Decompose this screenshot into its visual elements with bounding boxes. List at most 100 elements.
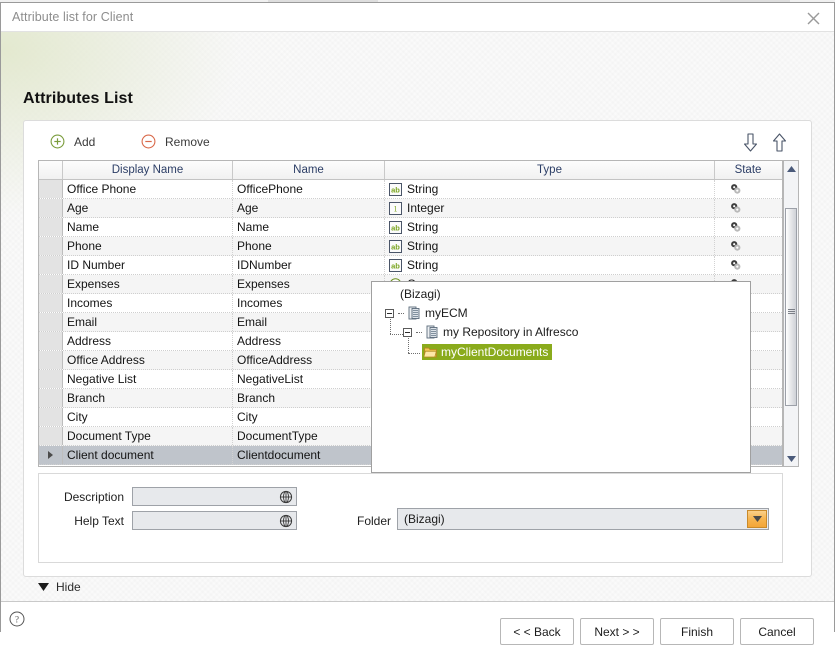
description-input[interactable] (132, 487, 297, 506)
cell-type: ab String (385, 218, 715, 236)
description-label: Description (63, 489, 124, 504)
help-text-input[interactable] (132, 511, 297, 530)
page-title: Attributes List (23, 90, 133, 107)
column-header-display-name[interactable]: Display Name (63, 161, 233, 179)
tree-node-label: (Bizagi) (400, 287, 441, 301)
grid-header-row: Display Name Name Type State (39, 161, 782, 180)
cell-name: NegativeList (233, 370, 385, 388)
add-label: Add (74, 134, 96, 149)
cell-text: Negative List (67, 372, 137, 386)
tree-node-bizagi[interactable]: (Bizagi) (400, 287, 441, 301)
cell-text: Branch (237, 391, 276, 405)
column-header-state[interactable]: State (715, 161, 781, 179)
remove-button[interactable]: Remove (141, 134, 210, 149)
cell-type: 1 Integer (385, 199, 715, 217)
attribute-list-dialog: Attribute list for Client Attributes Lis… (0, 2, 835, 659)
column-header-select[interactable] (39, 161, 63, 179)
cell-text: Address (67, 334, 112, 348)
add-button[interactable]: Add (50, 134, 95, 149)
globe-icon[interactable] (279, 514, 293, 528)
scroll-up-icon[interactable] (784, 161, 798, 176)
question-circle-icon[interactable]: ? (9, 611, 25, 627)
cell-text: ID Number (67, 258, 126, 272)
description-row: Description (54, 487, 297, 506)
cell-display-name: Document Type (63, 427, 233, 445)
cell-text: String (407, 258, 439, 272)
arrow-up-icon[interactable] (771, 133, 788, 152)
row-selector[interactable] (39, 199, 63, 217)
cell-text: Name (237, 220, 270, 234)
cell-text: Address (237, 334, 282, 348)
cell-display-name: City (63, 408, 233, 426)
cell-display-name: Expenses (63, 275, 233, 293)
tree-node-myecm[interactable]: myECM (385, 306, 468, 320)
tree-node-selected[interactable]: myClientDocuments (422, 344, 553, 360)
cell-display-name: Office Address (63, 351, 233, 369)
cell-text: String (407, 182, 439, 196)
table-row[interactable]: Office Phone OfficePhone ab String (39, 180, 782, 199)
help-text-label: Help Text (74, 513, 124, 528)
close-icon[interactable] (800, 7, 826, 29)
folder-tree-dropdown[interactable]: (Bizagi) myECM my Repository in Alfresco… (371, 281, 751, 473)
tree-node-myclientdocuments[interactable]: myClientDocuments (422, 344, 553, 360)
cell-text: Integer (407, 201, 445, 215)
table-row[interactable]: Name Name ab String (39, 218, 782, 237)
row-selector[interactable] (39, 446, 63, 464)
gears-icon (731, 202, 741, 213)
cell-text: Branch (67, 391, 106, 405)
svg-text:ab: ab (391, 185, 400, 194)
cell-name: Phone (233, 237, 385, 255)
folder-combobox[interactable]: (Bizagi) (397, 508, 769, 530)
row-selector[interactable] (39, 427, 63, 445)
dialog-body: Attributes List Add Remove Display Name … (1, 32, 834, 601)
cell-text: Incomes (67, 296, 113, 310)
cell-display-name: Office Phone (63, 180, 233, 198)
cell-text: Office Phone (67, 182, 137, 196)
cell-text: Name (67, 220, 100, 234)
row-selector[interactable] (39, 237, 63, 255)
row-selector[interactable] (39, 180, 63, 198)
row-selector[interactable] (39, 351, 63, 369)
chevron-down-icon[interactable] (747, 510, 767, 528)
table-row[interactable]: Phone Phone ab String (39, 237, 782, 256)
globe-icon[interactable] (279, 490, 293, 504)
table-row[interactable]: Age Age 1 Integer (39, 199, 782, 218)
row-selector[interactable] (39, 218, 63, 236)
cell-text: Incomes (237, 296, 283, 310)
arrow-down-icon[interactable] (742, 133, 759, 152)
cell-display-name: Negative List (63, 370, 233, 388)
cell-name: DocumentType (233, 427, 385, 445)
collapse-icon[interactable] (385, 308, 394, 318)
table-row[interactable]: ID Number IDNumber ab String (39, 256, 782, 275)
scroll-down-icon[interactable] (784, 451, 798, 466)
grid-vertical-scrollbar[interactable] (783, 160, 799, 467)
cell-text: IDNumber (237, 258, 292, 272)
cell-text: DocumentType (237, 429, 318, 443)
cell-text: Document Type (67, 429, 151, 443)
column-header-name[interactable]: Name (233, 161, 385, 179)
hide-toggle[interactable]: Hide (38, 580, 81, 594)
cell-state (715, 218, 781, 236)
svg-text:1: 1 (394, 204, 398, 213)
row-selector[interactable] (39, 389, 63, 407)
column-header-type[interactable]: Type (385, 161, 715, 179)
tree-node-repository[interactable]: my Repository in Alfresco (403, 325, 578, 339)
collapse-icon[interactable] (403, 327, 412, 337)
row-selector[interactable] (39, 370, 63, 388)
cell-name: Branch (233, 389, 385, 407)
row-selector[interactable] (39, 332, 63, 350)
row-selector[interactable] (39, 408, 63, 426)
cell-text: Email (237, 315, 268, 329)
string-icon: ab (389, 258, 402, 272)
cell-state (715, 199, 781, 217)
integer-icon: 1 (389, 201, 402, 215)
grip-icon (788, 303, 795, 314)
row-selector[interactable] (39, 275, 63, 293)
scrollbar-thumb[interactable] (785, 208, 797, 406)
row-selector[interactable] (39, 256, 63, 274)
cell-text: City (67, 410, 88, 424)
row-selector[interactable] (39, 313, 63, 331)
tree-connector (398, 312, 404, 314)
row-selector[interactable] (39, 294, 63, 312)
cell-display-name: Incomes (63, 294, 233, 312)
